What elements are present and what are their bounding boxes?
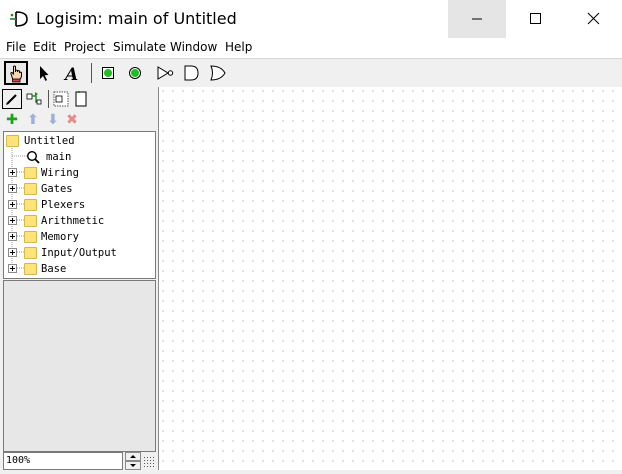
not-gate-icon[interactable] <box>154 61 178 85</box>
or-gate-icon[interactable] <box>206 61 230 85</box>
folder-icon <box>24 231 37 243</box>
folder-icon <box>6 135 19 147</box>
output-pin-icon[interactable] <box>124 61 148 85</box>
toolbox-view-icon[interactable] <box>2 89 22 109</box>
add-circuit-icon[interactable]: ✚ <box>5 113 19 127</box>
minimize-button[interactable] <box>448 0 506 38</box>
menu-file[interactable]: File <box>6 40 26 54</box>
project-actions: ✚ ⬆ ⬇ ✖ <box>0 111 158 131</box>
menu-bar: File Edit Project Simulate Window Help <box>0 38 622 59</box>
menu-project[interactable]: Project <box>64 40 105 54</box>
zoom-spinner[interactable] <box>125 452 141 470</box>
close-button[interactable] <box>564 0 622 38</box>
folder-icon <box>24 167 37 179</box>
explorer-separator <box>48 90 49 108</box>
and-gate-icon[interactable] <box>180 61 204 85</box>
poke-hand-icon[interactable] <box>4 61 28 85</box>
maximize-button[interactable] <box>506 0 564 38</box>
expand-icon[interactable] <box>8 216 17 225</box>
menu-window[interactable]: Window <box>170 40 217 54</box>
menu-simulate[interactable]: Simulate <box>113 40 166 54</box>
explorer-toolbar <box>0 87 158 111</box>
delete-circuit-icon[interactable]: ✖ <box>65 113 79 127</box>
folder-icon <box>24 199 37 211</box>
toolbar-separator <box>91 63 92 83</box>
text-tool-icon[interactable]: A <box>60 61 84 85</box>
expand-icon[interactable] <box>8 200 17 209</box>
zoom-field[interactable]: 100% <box>3 452 123 470</box>
title-bar: Logisim: main of Untitled <box>0 0 622 38</box>
expand-icon[interactable] <box>8 184 17 193</box>
appearance-view-icon[interactable] <box>71 89 91 109</box>
menu-edit[interactable]: Edit <box>33 40 56 54</box>
folder-icon <box>24 247 37 259</box>
attribute-table <box>3 280 156 452</box>
expand-icon[interactable] <box>8 168 17 177</box>
logisim-app-icon <box>10 10 30 28</box>
explorer-panel: ✚ ⬆ ⬇ ✖ Untitled main Wiring Gates Plexe… <box>0 87 158 470</box>
move-up-icon[interactable]: ⬆ <box>26 113 40 127</box>
magnifier-circuit-icon <box>26 150 40 164</box>
expand-icon[interactable] <box>8 264 17 273</box>
main-toolbar: A <box>0 59 622 87</box>
select-arrow-icon[interactable] <box>32 61 56 85</box>
expand-icon[interactable] <box>8 248 17 257</box>
circuit-canvas[interactable] <box>158 87 622 470</box>
simulation-tree-icon[interactable] <box>24 89 44 109</box>
expand-icon[interactable] <box>8 232 17 241</box>
menu-help[interactable]: Help <box>225 40 252 54</box>
folder-icon <box>24 183 37 195</box>
input-pin-icon[interactable] <box>97 61 121 85</box>
layout-view-icon[interactable] <box>51 89 71 109</box>
svg-text:A: A <box>63 65 78 85</box>
move-down-icon[interactable]: ⬇ <box>46 113 60 127</box>
window-title: Logisim: main of Untitled <box>36 9 237 28</box>
folder-icon <box>24 215 37 227</box>
folder-icon <box>24 263 37 275</box>
project-tree: Untitled main Wiring Gates Plexers Arith… <box>3 131 156 279</box>
grid-toggle-icon[interactable] <box>143 454 156 467</box>
